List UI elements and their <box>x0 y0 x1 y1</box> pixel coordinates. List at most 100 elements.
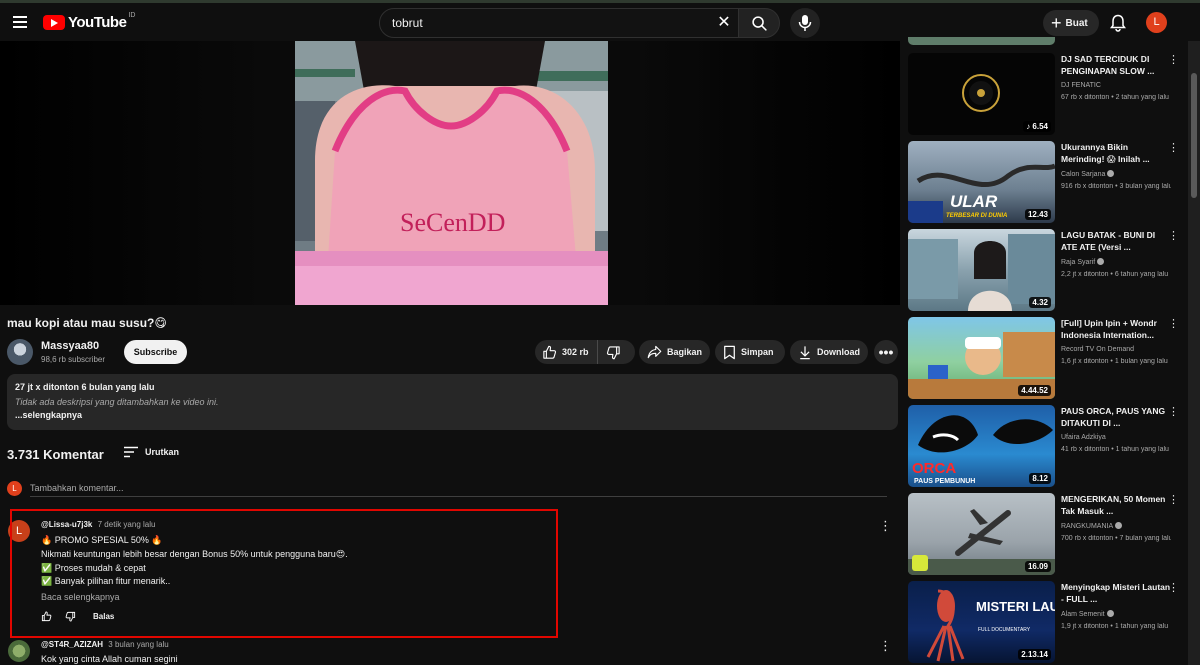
comment-more-icon[interactable]: ⋮ <box>879 519 892 534</box>
recommendation-info: MENGERIKAN, 50 Momen Tak Masuk ... RANGK… <box>1061 493 1171 542</box>
verified-badge-icon <box>1097 258 1105 265</box>
recommendation-meta: 41 rb x ditonton • 1 tahun yang lalu <box>1061 446 1169 453</box>
channel-avatar[interactable] <box>7 339 33 365</box>
recommendation-more-icon[interactable]: ⋮ <box>1168 229 1179 242</box>
svg-text:ULAR: ULAR <box>950 192 998 211</box>
comment-author[interactable]: @Lissa-u7j3k <box>41 520 92 529</box>
duration-badge: 4.32 <box>1029 297 1051 308</box>
more-actions-button[interactable]: ••• <box>874 340 898 364</box>
comment-time[interactable]: 3 bulan yang lalu <box>108 640 169 649</box>
comment-like-button[interactable] <box>41 611 52 622</box>
comment-time[interactable]: 7 detik yang lalu <box>98 520 156 529</box>
recommendation-title: MENGERIKAN, 50 Momen Tak Masuk ... <box>1061 494 1166 516</box>
recommendation-channel: Alam Semenit <box>1061 610 1171 618</box>
svg-text:ORCA: ORCA <box>912 460 956 477</box>
recommendation-item[interactable]: 16.09 MENGERIKAN, 50 Momen Tak Masuk ...… <box>908 493 1188 575</box>
recommendation-item[interactable]: 4.44.52 [Full] Upin Ipin + Wondr Indones… <box>908 317 1188 399</box>
recommendation-channel: Raja Syarif <box>1061 258 1171 266</box>
recommendation-more-icon[interactable]: ⋮ <box>1168 405 1179 418</box>
comment-author[interactable]: @ST4R_AZIZAH <box>41 640 103 649</box>
recommendation-more-icon[interactable]: ⋮ <box>1168 53 1179 66</box>
sort-comments-button[interactable]: Urutkan <box>124 446 179 458</box>
create-label: Buat <box>1065 17 1088 29</box>
search-box: ✕ <box>379 8 739 38</box>
recommendation-more-icon[interactable]: ⋮ <box>1168 141 1179 154</box>
share-icon <box>647 345 662 359</box>
recommendation-info: Ukurannya Bikin Merinding! 😱 Inilah ... … <box>1061 141 1171 190</box>
like-button[interactable]: 302 rb <box>542 340 598 364</box>
comment-header: @ST4R_AZIZAH 3 bulan yang lalu <box>41 640 169 649</box>
search-icon <box>752 16 767 31</box>
video-player[interactable]: SeCenDD <box>0 41 900 305</box>
dislike-button[interactable] <box>598 340 626 364</box>
add-comment-input[interactable] <box>30 480 887 497</box>
recommendation-info: DJ SAD TERCIDUK DI PENGINAPAN SLOW ... D… <box>1061 53 1171 101</box>
comment-dislike-button[interactable] <box>65 611 76 622</box>
save-button[interactable]: Simpan <box>715 340 785 364</box>
clear-search-icon[interactable]: ✕ <box>716 15 732 31</box>
comment-text-line: Nikmati keuntungan lebih besar dengan Bo… <box>41 549 348 559</box>
comment-more-icon[interactable]: ⋮ <box>879 639 892 654</box>
comment-author-avatar[interactable]: L <box>8 520 30 542</box>
like-dislike-group: 302 rb <box>535 340 635 364</box>
description-box[interactable]: 27 jt x ditonton 6 bulan yang lalu Tidak… <box>7 374 898 430</box>
comment-text-line: ✅ Proses mudah & cepat <box>41 563 146 573</box>
thumbs-up-icon <box>543 345 557 359</box>
comment-item: @ST4R_AZIZAH 3 bulan yang lalu Kok yang … <box>0 636 900 665</box>
more-horizontal-icon: ••• <box>878 344 894 360</box>
recommendation-channel: Ufaira Adzkiya <box>1061 434 1106 441</box>
recommendation-channel: Calon Sarjana <box>1061 170 1171 178</box>
recommendation-thumbnail: 16.09 <box>908 493 1055 575</box>
video-title: mau kopi atau mau susu?😋 <box>7 316 167 330</box>
voice-search-button[interactable] <box>790 8 820 38</box>
recommendation-meta: 916 rb x ditonton • 3 bulan yang lalu <box>1061 183 1171 190</box>
recommendation-thumbnail: ♪ 6.54 <box>908 53 1055 135</box>
logo-text: YouTube <box>68 13 127 31</box>
subscribe-button[interactable]: Subscribe <box>124 340 187 364</box>
recommendation-title: [Full] Upin Ipin + Wondr Indonesia Inter… <box>1061 318 1157 340</box>
comment-reply-button[interactable]: Balas <box>93 612 114 621</box>
youtube-logo[interactable]: YouTube ID <box>43 12 135 32</box>
recommendation-item[interactable]: MISTERI LAUTAN FULL DOCUMENTARY 2.13.14 … <box>908 581 1188 663</box>
page-scrollbar[interactable] <box>1188 41 1200 665</box>
recommendation-item[interactable]: ULAR TERBESAR DI DUNIA 12.43 Ukurannya B… <box>908 141 1188 223</box>
show-more-link[interactable]: ...selengkapnya <box>15 410 82 420</box>
duration-badge: 4.44.52 <box>1018 385 1051 396</box>
svg-text:SeCenDD: SeCenDD <box>400 208 505 237</box>
notifications-bell-icon[interactable] <box>1110 14 1126 32</box>
scrollbar-thumb[interactable] <box>1191 73 1197 198</box>
recommendation-title: Menyingkap Misteri Lautan - FULL ... <box>1061 582 1171 604</box>
recommendation-item[interactable]: ORCA PAUS PEMBUNUH 8.12 PAUS ORCA, PAUS … <box>908 405 1188 487</box>
previous-thumbnail-edge <box>908 37 1055 45</box>
recommendation-item[interactable]: 4.32 LAGU BATAK - BUNI DI ATE ATE (Versi… <box>908 229 1188 311</box>
save-label: Simpan <box>741 347 774 357</box>
recommendation-info: LAGU BATAK - BUNI DI ATE ATE (Versi ... … <box>1061 229 1171 278</box>
account-avatar[interactable]: L <box>1146 12 1167 33</box>
channel-name[interactable]: Massyaa80 <box>41 340 99 352</box>
download-button[interactable]: Download <box>790 340 868 364</box>
recommendation-title: DJ SAD TERCIDUK DI PENGINAPAN SLOW ... <box>1061 54 1155 76</box>
search-input[interactable] <box>392 9 712 37</box>
duration-badge: ♪ 6.54 <box>1023 121 1051 132</box>
recommendation-more-icon[interactable]: ⋮ <box>1168 581 1179 594</box>
comments-count: 3.731 Komentar <box>7 447 104 462</box>
recommendation-info: Menyingkap Misteri Lautan - FULL ... Ala… <box>1061 581 1171 630</box>
recommendation-item[interactable]: ♪ 6.54 DJ SAD TERCIDUK DI PENGINAPAN SLO… <box>908 53 1188 135</box>
recommendation-title: PAUS ORCA, PAUS YANG DITAKUTI DI ... <box>1061 406 1166 428</box>
create-button[interactable]: + Buat <box>1043 10 1099 36</box>
svg-text:MISTERI LAUTAN: MISTERI LAUTAN <box>976 599 1055 614</box>
recommendation-more-icon[interactable]: ⋮ <box>1168 317 1179 330</box>
comment-read-more-link[interactable]: Baca selengkapnya <box>41 592 120 602</box>
recommendation-more-icon[interactable]: ⋮ <box>1168 493 1179 506</box>
hamburger-menu-icon[interactable] <box>11 13 29 29</box>
comment-author-avatar[interactable] <box>8 640 30 662</box>
duration-badge: 2.13.14 <box>1018 649 1051 660</box>
download-label: Download <box>817 347 860 357</box>
share-button[interactable]: Bagikan <box>639 340 710 364</box>
comment-text-line: 🔥 PROMO SPESIAL 50% 🔥 <box>41 535 163 545</box>
recommendation-meta: 2,2 jt x ditonton • 6 tahun yang lalu <box>1061 271 1169 278</box>
thumbs-down-icon <box>65 611 76 622</box>
youtube-play-icon <box>43 14 65 30</box>
duration-badge: 8.12 <box>1029 473 1051 484</box>
search-button[interactable] <box>738 8 780 38</box>
